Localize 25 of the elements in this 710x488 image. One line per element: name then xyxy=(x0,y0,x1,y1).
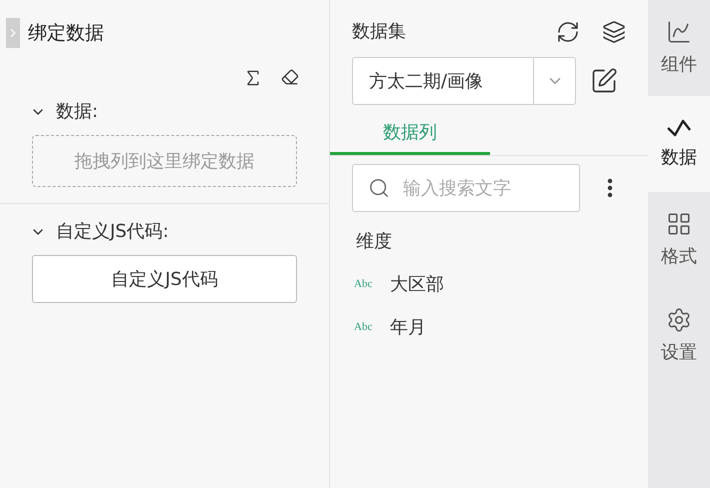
panel-title: 数据集 xyxy=(352,20,407,44)
field-type: Abc xyxy=(354,320,374,336)
field-item[interactable]: 年月 xyxy=(390,314,426,341)
sidebar-tab[interactable]: 组件 xyxy=(648,0,710,96)
section-label: 自定义JS代码: xyxy=(56,220,169,244)
dataset-select[interactable]: 方太二期/画像 xyxy=(352,57,576,105)
field-item[interactable]: 大区部 xyxy=(390,271,444,298)
section-label: 数据: xyxy=(56,100,98,124)
group-label: 维度 xyxy=(355,230,393,254)
sidebar-tab[interactable]: 格式 xyxy=(648,192,710,288)
grid-icon xyxy=(666,210,692,236)
sidebar-tab[interactable]: 数据 xyxy=(648,96,710,192)
line-chart-icon xyxy=(666,118,692,138)
search-field[interactable]: 输入搜索文字 xyxy=(352,164,580,212)
layers-add-icon[interactable] xyxy=(602,20,626,44)
field-type: Abc xyxy=(354,277,374,292)
custom-js-button[interactable]: 自定义JS代码 xyxy=(32,255,297,303)
chart-add-icon xyxy=(666,18,692,44)
refresh-icon[interactable] xyxy=(556,20,580,44)
settings-icon xyxy=(666,306,692,332)
search-icon xyxy=(368,177,390,199)
edit-icon[interactable] xyxy=(590,67,618,95)
panel-title: 绑定数据 xyxy=(28,20,104,46)
eraser-icon[interactable] xyxy=(281,68,299,86)
sidebar-tab[interactable]: 设置 xyxy=(648,288,710,384)
